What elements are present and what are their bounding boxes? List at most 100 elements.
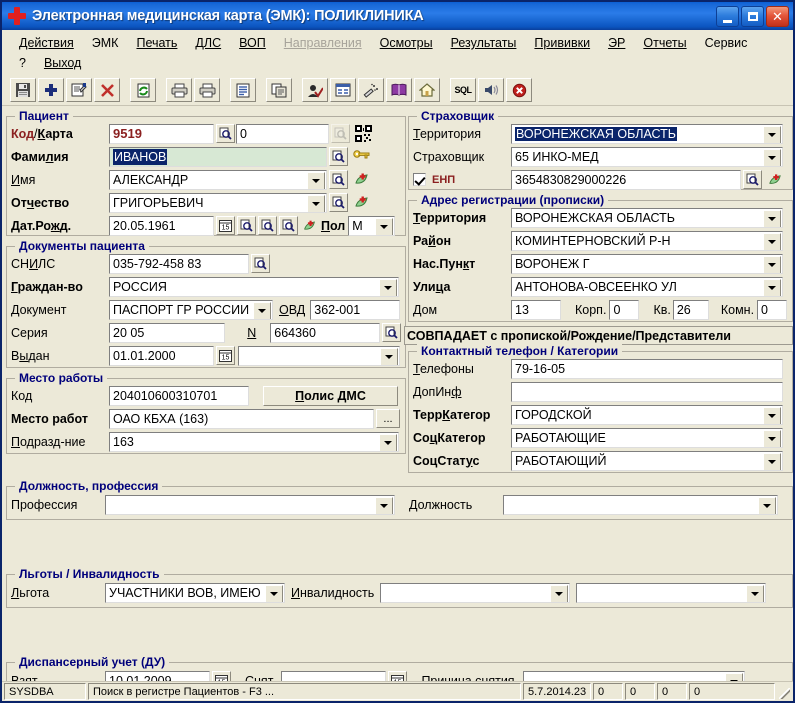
terrcat-select[interactable]: ГОРОДСКОЙ — [511, 404, 783, 425]
book-icon[interactable] — [386, 78, 412, 102]
menu-item-vaccinations[interactable]: Прививки — [525, 35, 599, 51]
menu-item-reports[interactable]: Отчеты — [634, 35, 695, 51]
phones-input[interactable]: 79-16-05 — [511, 358, 783, 379]
save-icon[interactable] — [10, 78, 36, 102]
series-input[interactable]: 20 05 — [109, 322, 226, 343]
surname-input[interactable]: ИВАНОВ — [109, 146, 327, 167]
birth-search-icon-3[interactable] — [279, 216, 298, 235]
flat-input[interactable]: 26 — [672, 299, 709, 320]
disability-select[interactable] — [380, 582, 571, 603]
wizard-icon[interactable] — [358, 78, 384, 102]
surname-search-icon[interactable] — [329, 147, 348, 166]
name-search-icon[interactable] — [329, 170, 348, 189]
addinfo-input[interactable] — [511, 381, 783, 402]
menu-item-dls[interactable]: ДЛС — [186, 35, 230, 51]
document-icon[interactable] — [230, 78, 256, 102]
benefit-select[interactable]: УЧАСТНИКИ ВОВ, ИМЕЮ — [105, 582, 285, 603]
chevron-down-icon[interactable] — [763, 406, 781, 424]
patronymic-search-icon[interactable] — [329, 193, 348, 212]
address-street-select[interactable]: АНТОНОВА-ОВСЕЕНКО УЛ — [511, 276, 783, 297]
ovd-input[interactable]: 362-001 — [310, 299, 401, 320]
resize-grip[interactable] — [777, 683, 791, 700]
close-button[interactable]: ✕ — [766, 5, 789, 27]
chevron-down-icon[interactable] — [379, 278, 397, 296]
snils-search-icon[interactable] — [251, 254, 270, 273]
citizenship-select[interactable]: РОССИЯ — [109, 276, 399, 297]
chevron-down-icon[interactable] — [763, 232, 781, 250]
menu-item-vop[interactable]: ВОП — [230, 35, 275, 51]
delete-icon[interactable] — [94, 78, 120, 102]
maximize-button[interactable] — [741, 5, 764, 27]
birth-search-icon-2[interactable] — [258, 216, 277, 235]
calendar-icon[interactable]: 15 — [216, 346, 235, 365]
room-input[interactable]: 0 — [757, 299, 788, 320]
chevron-down-icon[interactable] — [763, 148, 781, 166]
issued-by-select[interactable] — [238, 345, 400, 366]
enp-checkbox-group[interactable]: ЕНП — [413, 173, 511, 186]
chevron-down-icon[interactable] — [763, 429, 781, 447]
enp-checkbox[interactable] — [413, 173, 426, 186]
patronymic-select[interactable]: ГРИГОРЬЕВИЧ — [109, 192, 327, 213]
chevron-down-icon[interactable] — [265, 584, 283, 602]
enp-input[interactable]: 3654830829000226 — [511, 169, 741, 190]
department-select[interactable]: 163 — [109, 431, 399, 452]
medical-cross-green-icon[interactable] — [351, 193, 371, 213]
chevron-down-icon[interactable] — [307, 171, 325, 189]
profession-select[interactable] — [105, 494, 395, 515]
calendar-icon[interactable]: 15 — [388, 671, 408, 681]
registry-icon[interactable] — [330, 78, 356, 102]
building-input[interactable]: 0 — [609, 299, 640, 320]
add-icon[interactable] — [38, 78, 64, 102]
menu-item-actions[interactable]: Действия — [10, 35, 83, 51]
reason-select[interactable] — [522, 670, 745, 681]
chevron-down-icon[interactable] — [375, 496, 393, 514]
menu-item-results[interactable]: Результаты — [442, 35, 526, 51]
menu-item-print[interactable]: Печать — [127, 35, 186, 51]
document-select[interactable]: ПАСПОРТ ГР РОССИИ — [109, 299, 273, 320]
qr-code-icon[interactable] — [353, 124, 373, 144]
menu-item-help[interactable]: ? — [10, 55, 35, 71]
chevron-down-icon[interactable] — [758, 496, 776, 514]
chevron-down-icon[interactable] — [763, 278, 781, 296]
removed-date-input[interactable]: . . — [281, 670, 387, 681]
birth-input[interactable]: 20.05.1961 — [109, 215, 214, 236]
workplace-code-input[interactable]: 204010600310701 — [109, 385, 249, 406]
speaker-icon[interactable] — [478, 78, 504, 102]
menu-item-service[interactable]: Сервис — [696, 35, 757, 51]
socstatus-select[interactable]: РАБОТАЮЩИЙ — [511, 450, 783, 471]
chevron-down-icon[interactable] — [763, 125, 781, 143]
post-select[interactable] — [503, 494, 778, 515]
chevron-down-icon[interactable] — [763, 255, 781, 273]
number-input[interactable]: 664360 — [270, 322, 380, 343]
chevron-down-icon[interactable] — [746, 584, 765, 602]
workplace-browse-button[interactable]: ... — [376, 409, 400, 428]
snils-input[interactable]: 035-792-458 83 — [109, 253, 249, 274]
print-preview-icon[interactable] — [194, 78, 220, 102]
gender-select[interactable]: М — [348, 215, 396, 236]
chevron-down-icon[interactable] — [550, 584, 569, 602]
soccat-select[interactable]: РАБОТАЮЩИЕ — [511, 427, 783, 448]
chevron-down-icon[interactable] — [763, 209, 781, 227]
minimize-button[interactable] — [716, 5, 739, 27]
chevron-down-icon[interactable] — [307, 194, 325, 212]
enp-search-icon[interactable] — [743, 170, 762, 189]
issued-date-input[interactable]: 01.01.2000 — [109, 345, 214, 366]
stop-icon[interactable] — [506, 78, 532, 102]
menu-item-emk[interactable]: ЭМК — [83, 35, 128, 51]
address-territory-select[interactable]: ВОРОНЕЖСКАЯ ОБЛАСТЬ — [511, 207, 783, 228]
person-check-icon[interactable] — [302, 78, 328, 102]
address-locality-select[interactable]: ВОРОНЕЖ Г — [511, 253, 783, 274]
insurer-territory-select[interactable]: ВОРОНЕЖСКАЯ ОБЛАСТЬ — [511, 123, 783, 144]
medical-cross-green-icon[interactable] — [351, 170, 371, 190]
insurer-company-select[interactable]: 65 ИНКО-МЕД — [511, 146, 783, 167]
name-select[interactable]: АЛЕКСАНДР — [109, 169, 327, 190]
refresh-icon[interactable] — [130, 78, 156, 102]
key-icon[interactable] — [351, 147, 371, 167]
copy-icon[interactable] — [266, 78, 292, 102]
workplace-input[interactable]: ОАО КБХА (163) — [109, 408, 374, 429]
card-input[interactable]: 0 — [236, 123, 329, 144]
calendar-icon[interactable]: 15 — [216, 216, 235, 235]
birth-search-icon-1[interactable] — [237, 216, 256, 235]
house-input[interactable]: 13 — [511, 299, 561, 320]
address-district-select[interactable]: КОМИНТЕРНОВСКИЙ Р-Н — [511, 230, 783, 251]
